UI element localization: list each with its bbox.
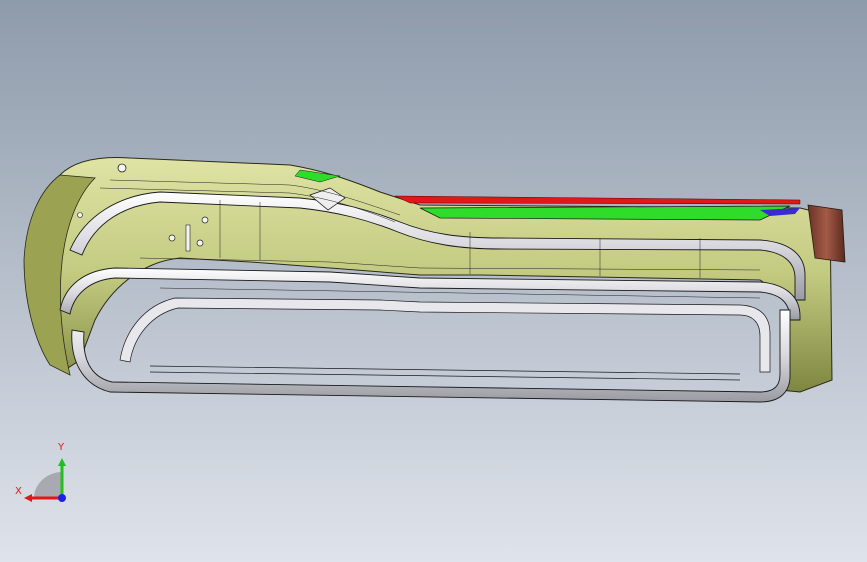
3d-model-view[interactable]: [0, 0, 867, 562]
orientation-triad[interactable]: X Y: [12, 440, 82, 510]
triad-z-axis-icon: [58, 494, 66, 502]
graphics-viewport[interactable]: X Y: [0, 0, 867, 562]
part-hole: [196, 239, 204, 247]
triad-y-label: Y: [58, 442, 65, 453]
triad-graphic: [24, 458, 66, 502]
triad-y-arrow-icon: [58, 458, 66, 466]
part-green-flange: [419, 205, 791, 221]
part-hole: [201, 216, 209, 224]
part-hole: [117, 163, 127, 173]
triad-x-arrow-icon: [24, 494, 32, 502]
triad-x-label: X: [15, 486, 22, 497]
triad-plane-icon: [34, 472, 62, 498]
part-hole: [77, 212, 83, 218]
part-hole: [168, 234, 176, 242]
part-slot: [185, 224, 191, 252]
